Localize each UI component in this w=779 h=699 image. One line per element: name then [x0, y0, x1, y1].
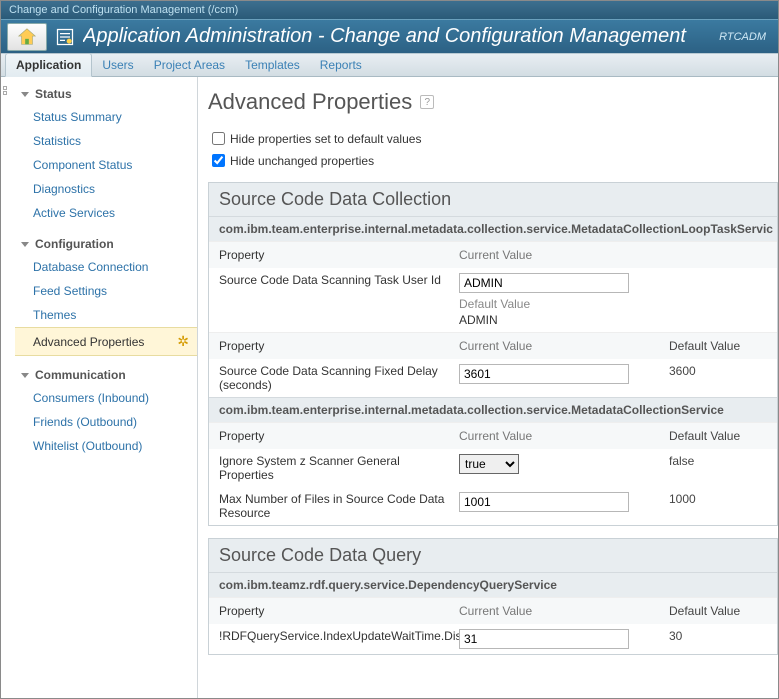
group-source-code-data-collection: Source Code Data Collection com.ibm.team…	[208, 182, 778, 526]
property-row: Ignore System z Scanner General Properti…	[209, 449, 777, 487]
menu-users[interactable]: Users	[92, 54, 143, 76]
service-name: com.ibm.team.enterprise.internal.metadat…	[209, 397, 777, 422]
column-header-row: Property Current Value Default Value	[209, 422, 777, 449]
menu-templates[interactable]: Templates	[235, 54, 310, 76]
sidebar-grip[interactable]	[1, 83, 9, 96]
menu-application[interactable]: Application	[5, 53, 92, 77]
help-icon[interactable]: ?	[420, 95, 434, 109]
chevron-down-icon	[21, 373, 29, 378]
nav-status-summary[interactable]: Status Summary	[15, 105, 197, 129]
breadcrumb[interactable]: Change and Configuration Management (/cc…	[9, 4, 238, 16]
nav-database-connection[interactable]: Database Connection	[15, 255, 197, 279]
nav-feed-settings[interactable]: Feed Settings	[15, 279, 197, 303]
hide-default-label: Hide properties set to default values	[230, 132, 421, 146]
property-row: Source Code Data Scanning Task User Id D…	[209, 268, 777, 332]
column-header-row: Property Current Value Default Value	[209, 332, 777, 359]
property-row: !RDFQueryService.IndexUpdateWaitTime.Dis…	[209, 624, 777, 654]
menu-reports[interactable]: Reports	[310, 54, 372, 76]
default-value: 3600	[669, 364, 767, 378]
chevron-down-icon	[21, 92, 29, 97]
nav-consumers-inbound[interactable]: Consumers (Inbound)	[15, 386, 197, 410]
admin-icon	[53, 25, 77, 49]
default-value: ADMIN	[459, 313, 669, 327]
property-row: Max Number of Files in Source Code Data …	[209, 487, 777, 525]
user-badge[interactable]: RTCADM	[719, 31, 766, 43]
max-files-input[interactable]	[459, 492, 629, 512]
chevron-down-icon	[21, 242, 29, 247]
scan-user-id-input[interactable]	[459, 273, 629, 293]
group-title: Source Code Data Query	[209, 539, 777, 572]
default-value: false	[669, 454, 767, 468]
column-header-row: Property Current Value	[209, 241, 777, 268]
modified-icon: ✲	[177, 333, 189, 350]
index-wait-input[interactable]	[459, 629, 629, 649]
menu-bar: Application Users Project Areas Template…	[1, 53, 778, 77]
hide-default-checkbox[interactable]	[212, 132, 225, 145]
nav-themes[interactable]: Themes	[15, 303, 197, 327]
hide-unchanged-checkbox[interactable]	[212, 154, 225, 167]
home-icon[interactable]	[7, 23, 47, 51]
nav-diagnostics[interactable]: Diagnostics	[15, 177, 197, 201]
default-value: 30	[669, 629, 767, 643]
property-row: Source Code Data Scanning Fixed Delay (s…	[209, 359, 777, 397]
nav-whitelist-outbound[interactable]: Whitelist (Outbound)	[15, 434, 197, 458]
page-main-title: Application Administration - Change and …	[83, 25, 719, 48]
service-name: com.ibm.teamz.rdf.query.service.Dependen…	[209, 572, 777, 597]
service-name: com.ibm.team.enterprise.internal.metadat…	[209, 216, 777, 241]
nav-section-configuration[interactable]: Configuration	[15, 233, 197, 255]
nav-section-status[interactable]: Status	[15, 83, 197, 105]
page-title: Advanced Properties ?	[208, 89, 778, 115]
ignore-systemz-select[interactable]: true	[459, 454, 519, 474]
nav-statistics[interactable]: Statistics	[15, 129, 197, 153]
title-bar: Application Administration - Change and …	[1, 19, 778, 53]
nav-component-status[interactable]: Component Status	[15, 153, 197, 177]
menu-project-areas[interactable]: Project Areas	[144, 54, 235, 76]
nav-friends-outbound[interactable]: Friends (Outbound)	[15, 410, 197, 434]
default-value: 1000	[669, 492, 767, 506]
column-header-row: Property Current Value Default Value	[209, 597, 777, 624]
nav-advanced-properties[interactable]: Advanced Properties✲	[15, 327, 197, 356]
group-source-code-data-query: Source Code Data Query com.ibm.teamz.rdf…	[208, 538, 778, 655]
fixed-delay-input[interactable]	[459, 364, 629, 384]
nav-active-services[interactable]: Active Services	[15, 201, 197, 225]
nav-section-communication[interactable]: Communication	[15, 364, 197, 386]
group-title: Source Code Data Collection	[209, 183, 777, 216]
hide-unchanged-label: Hide unchanged properties	[230, 154, 374, 168]
content-area: Advanced Properties ? Hide properties se…	[198, 77, 778, 698]
sidebar: Status Status Summary Statistics Compone…	[1, 77, 198, 698]
breadcrumb-bar: Change and Configuration Management (/cc…	[1, 1, 778, 19]
